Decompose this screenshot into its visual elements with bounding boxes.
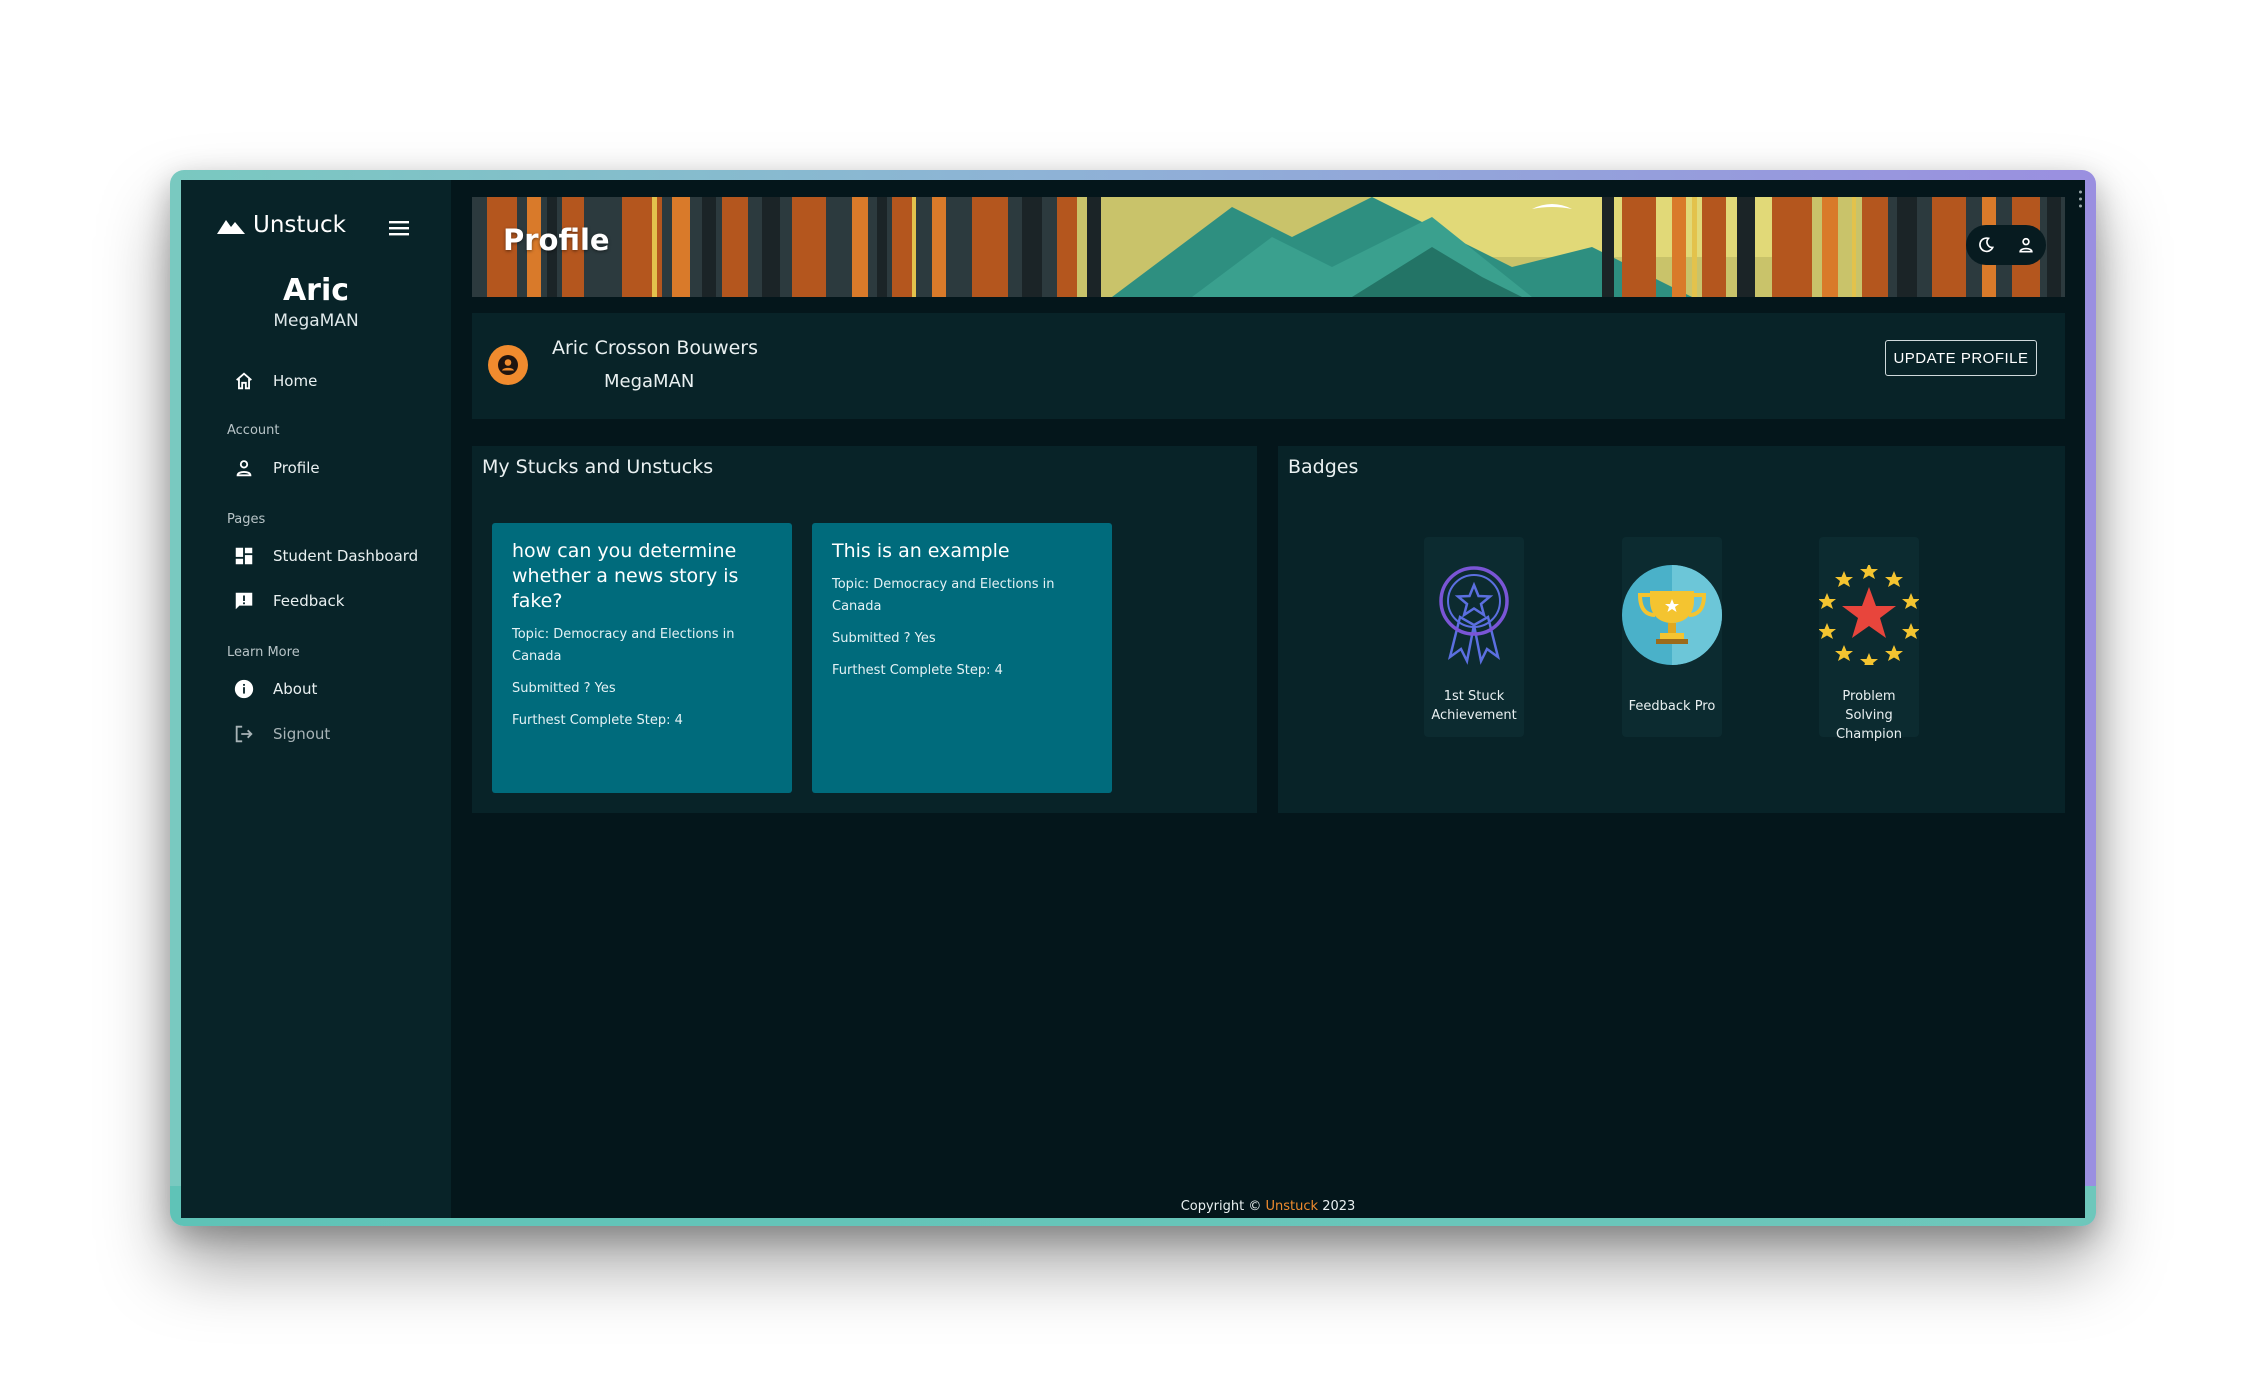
sidebar-item-home[interactable]: Home [233,367,317,395]
brand-name: Unstuck [253,212,346,238]
stuck-title: how can you determine whether a news sto… [512,540,739,612]
nav-section-pages: Pages [227,512,266,527]
sidebar-item-signout[interactable]: Signout [233,720,330,748]
stucks-panel: My Stucks and Unstucks how can you deter… [472,446,1257,813]
stuck-topic: Topic: Democracy and Elections in Canada [512,627,735,664]
badge-label: Problem Solving Champion [1835,689,1902,742]
stuck-card[interactable]: This is an example Topic: Democracy and … [812,523,1112,793]
stuck-card[interactable]: how can you determine whether a news sto… [492,523,792,793]
sidebar-item-label: Home [273,372,318,390]
home-icon [236,372,252,390]
info-icon [234,679,254,699]
sidebar-item-label: Feedback [273,592,345,610]
dark-mode-toggle-icon[interactable] [1976,235,1996,255]
stuck-step: Furthest Complete Step: 4 [512,713,683,728]
brand-logo[interactable]: Unstuck [217,212,346,238]
profile-card: Aric Crosson Bouwers MegaMAN UPDATE PROF… [472,313,2065,419]
person-icon [236,460,252,477]
sidebar: Unstuck Aric MegaMAN Home Account Profil… [181,180,451,1218]
window-scroll-handle[interactable] [2079,190,2082,208]
profile-nickname: MegaMAN [604,371,695,392]
footer-brand-link[interactable]: Unstuck [1266,1199,1319,1214]
star-ring-icon [1819,565,1919,665]
stuck-topic: Topic: Democracy and Elections in Canada [832,577,1055,614]
sidebar-item-label: About [273,680,318,698]
account-icon[interactable] [2016,235,2036,255]
sidebar-item-about[interactable]: About [233,675,317,703]
sidebar-item-label: Signout [273,725,331,743]
banner-toolbar [1966,225,2046,265]
badge-card[interactable]: Feedback Pro [1622,537,1722,737]
badge-card[interactable]: Problem Solving Champion [1819,537,1919,742]
hamburger-menu-icon[interactable] [385,216,413,240]
badge-label: 1st Stuck Achievement [1431,689,1517,723]
sidebar-item-label: Student Dashboard [273,547,419,565]
ribbon-award-icon [1439,566,1509,665]
avatar [488,345,528,385]
stucks-panel-title: My Stucks and Unstucks [482,456,714,478]
badges-panel-title: Badges [1288,456,1359,478]
update-profile-button[interactable]: UPDATE PROFILE [1885,340,2037,376]
feedback-icon [235,592,253,610]
stuck-title: This is an example [832,540,1010,562]
nav-section-learn-more: Learn More [227,645,300,660]
sidebar-item-feedback[interactable]: Feedback [233,587,344,615]
sidebar-user-nick: MegaMAN [273,311,359,331]
signout-icon [235,725,253,743]
stuck-submitted: Submitted ? Yes [512,681,616,696]
stuck-submitted: Submitted ? Yes [832,631,936,646]
trophy-icon [1622,565,1722,665]
sidebar-user-name: Aric [282,273,350,308]
header-banner [472,197,2065,297]
badge-label: Feedback Pro [1628,699,1716,714]
badges-panel: Badges 1st Stuck Achievement Feedback Pr… [1278,446,2065,813]
dashboard-icon [235,547,253,565]
footer-copyright: Copyright © [1180,1199,1262,1214]
footer: Copyright © Unstuck 2023 [451,1199,2085,1214]
page-title: Profile [503,223,610,257]
nav-section-account: Account [227,423,280,438]
sidebar-item-student-dashboard[interactable]: Student Dashboard [233,542,418,570]
mountain-icon [217,220,245,234]
app-screen: Unstuck Aric MegaMAN Home Account Profil… [181,180,2085,1218]
sidebar-item-profile[interactable]: Profile [233,454,320,482]
user-circle-icon [498,355,518,375]
badge-card[interactable]: 1st Stuck Achievement [1424,537,1524,737]
footer-year: 2023 [1322,1199,1356,1214]
stuck-step: Furthest Complete Step: 4 [832,663,1003,678]
profile-full-name: Aric Crosson Bouwers [552,337,759,359]
forest-banner-illustration [472,197,2065,297]
sidebar-item-label: Profile [273,459,320,477]
